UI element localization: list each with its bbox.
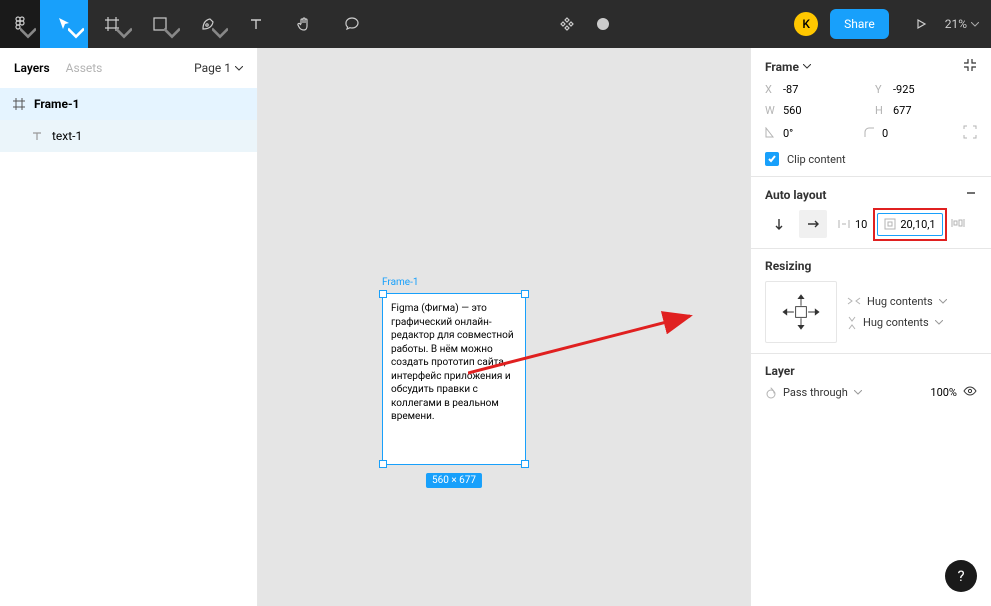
resizing-diagram[interactable] (765, 281, 837, 343)
share-button[interactable]: Share (830, 9, 889, 39)
tab-assets[interactable]: Assets (66, 61, 103, 75)
resize-handle-tl[interactable] (379, 290, 387, 298)
dimension-badge: 560 × 677 (426, 473, 482, 488)
radius-input[interactable]: 0 (864, 127, 955, 141)
visibility-icon[interactable] (963, 386, 977, 399)
pen-tool[interactable] (184, 0, 232, 48)
hand-tool[interactable] (280, 0, 328, 48)
height-input[interactable]: H677 (875, 104, 977, 117)
frame-text-content: Figma (Фигма) — это графический онлайн-р… (391, 302, 517, 424)
independent-corners-icon[interactable] (963, 125, 977, 142)
layer-frame-1[interactable]: Frame-1 (0, 88, 257, 120)
padding-input[interactable]: 20,10,1 (877, 213, 942, 236)
right-panel: Frame X-87 Y-925 W560 H677 0° (750, 48, 991, 606)
frame-icon (12, 97, 26, 111)
x-input[interactable]: X-87 (765, 83, 867, 96)
alignment-options-icon[interactable] (951, 217, 965, 232)
remove-autolayout-button[interactable] (965, 187, 977, 202)
component-tool[interactable] (549, 0, 585, 48)
rotation-input[interactable]: 0° (765, 127, 856, 141)
comment-tool[interactable] (328, 0, 376, 48)
resize-handle-tr[interactable] (521, 290, 529, 298)
y-input[interactable]: Y-925 (875, 83, 977, 96)
blend-mode-selector[interactable]: Pass through (765, 386, 862, 399)
frame-title-label[interactable]: Frame-1 (382, 277, 419, 288)
horizontal-resizing[interactable]: Hug contents (847, 295, 977, 308)
zoom-value: 21% (945, 17, 967, 31)
width-input[interactable]: W560 (765, 104, 867, 117)
radius-icon (864, 127, 876, 141)
autolayout-title: Auto layout (765, 188, 826, 202)
resize-to-fit-icon[interactable] (963, 58, 977, 75)
clip-content-label: Clip content (787, 153, 846, 166)
text-icon (30, 129, 44, 143)
layer-label: Frame-1 (34, 97, 80, 111)
left-panel: Layers Assets Page 1 Frame-1 text-1 (0, 48, 258, 606)
direction-horizontal[interactable] (799, 210, 827, 238)
shape-tool[interactable] (136, 0, 184, 48)
frame-selection[interactable]: Figma (Фигма) — это графический онлайн-р… (382, 293, 526, 465)
frame-tool[interactable] (88, 0, 136, 48)
move-tool[interactable] (40, 0, 88, 48)
page-selector[interactable]: Page 1 (194, 61, 243, 75)
layer-section-title: Layer (765, 364, 795, 378)
resizing-title: Resizing (765, 259, 811, 273)
text-tool[interactable] (232, 0, 280, 48)
resize-handle-bl[interactable] (379, 460, 387, 468)
vertical-resizing[interactable]: Hug contents (847, 316, 977, 330)
mask-tool[interactable] (585, 0, 621, 48)
resize-handle-br[interactable] (521, 460, 529, 468)
angle-icon (765, 127, 777, 141)
avatar[interactable]: K (794, 12, 818, 36)
present-button[interactable] (905, 17, 937, 31)
canvas[interactable]: Frame-1 Figma (Фигма) — это графический … (258, 48, 750, 606)
zoom-selector[interactable]: 21% (945, 17, 979, 31)
direction-vertical[interactable] (765, 210, 793, 238)
opacity-input[interactable]: 100% (930, 386, 957, 399)
layer-label: text-1 (52, 129, 82, 143)
layer-text-1[interactable]: text-1 (0, 120, 257, 152)
clip-content-checkbox[interactable] (765, 152, 779, 166)
help-button[interactable]: ? (945, 560, 977, 592)
tab-layers[interactable]: Layers (14, 61, 50, 75)
frame-type-selector[interactable]: Frame (765, 60, 811, 74)
spacing-input[interactable]: 10 (833, 218, 871, 231)
figma-menu[interactable] (0, 0, 40, 48)
